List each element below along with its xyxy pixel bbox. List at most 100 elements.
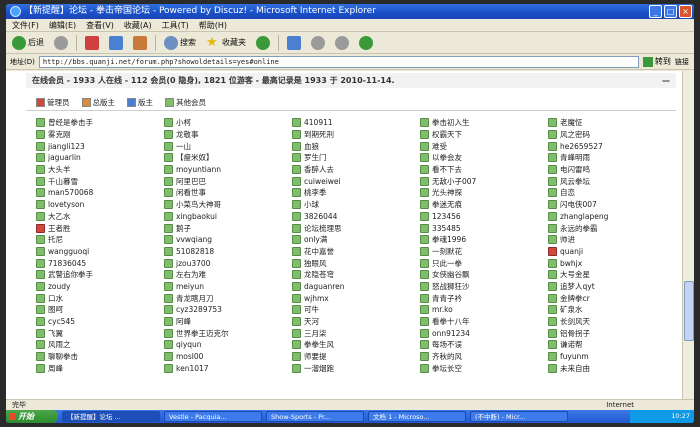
online-member[interactable]: 大号金星	[548, 269, 676, 281]
taskbar-item[interactable]: Show-Sports - Pr...	[266, 411, 364, 422]
member-name[interactable]: mosl00	[176, 352, 203, 361]
member-name[interactable]: 花中嘉誉	[304, 246, 334, 257]
stop-button[interactable]	[83, 34, 101, 52]
online-member[interactable]: 大乙水	[36, 211, 164, 223]
online-member[interactable]: 铝骨拐子	[548, 327, 676, 339]
member-name[interactable]: 铝骨拐子	[560, 328, 590, 339]
member-name[interactable]: 小菜鸟大神哥	[176, 199, 221, 210]
online-member[interactable]: zoudy	[36, 281, 164, 293]
online-member[interactable]: bwhjx	[548, 257, 676, 269]
member-name[interactable]: moyuntiann	[176, 165, 221, 174]
member-name[interactable]: 雾克刚	[48, 129, 71, 140]
member-name[interactable]: 齐秋的风	[432, 351, 462, 362]
edit-button[interactable]	[333, 34, 351, 52]
member-name[interactable]: 师要提	[304, 351, 327, 362]
member-name[interactable]: ken1017	[176, 364, 209, 373]
online-member[interactable]: mosl00	[164, 351, 292, 363]
online-member[interactable]: 到期死刑	[292, 129, 420, 141]
member-name[interactable]: zoudy	[48, 282, 70, 291]
online-member[interactable]: 青青子衿	[420, 292, 548, 304]
member-name[interactable]: cyc545	[48, 317, 75, 326]
online-member[interactable]: cyz3289753	[164, 304, 292, 316]
member-name[interactable]: 追梦人qyt	[560, 281, 595, 292]
member-name[interactable]: 71836045	[48, 259, 86, 268]
member-name[interactable]: 一溜烟跑	[304, 363, 334, 374]
member-name[interactable]: daguanren	[304, 282, 345, 291]
online-member[interactable]: 独眼风	[292, 257, 420, 269]
member-name[interactable]: 一刻默花	[432, 246, 462, 257]
online-member[interactable]: 师要提	[292, 351, 420, 363]
online-member[interactable]: 只此一拳	[420, 257, 548, 269]
member-name[interactable]: 老魔怔	[560, 117, 583, 128]
history-button[interactable]	[254, 34, 272, 52]
online-member[interactable]: 女侠幽谷飘	[420, 269, 548, 281]
print-button[interactable]	[309, 34, 327, 52]
online-member[interactable]: 老魔怔	[548, 117, 676, 129]
member-name[interactable]: 风雨之	[48, 339, 71, 350]
online-member[interactable]: 大头羊	[36, 164, 164, 176]
online-member[interactable]: 阿里巴巴	[164, 175, 292, 187]
online-member[interactable]: 拳拳生风	[292, 339, 420, 351]
online-member[interactable]: meiyun	[164, 281, 292, 293]
member-name[interactable]: 光头神探	[432, 187, 462, 198]
member-name[interactable]: 【瘦米奴】	[176, 152, 214, 163]
online-member[interactable]: he2659527	[548, 140, 676, 152]
online-member[interactable]: 权霸天下	[420, 129, 548, 141]
refresh-button[interactable]	[107, 34, 125, 52]
member-name[interactable]: 自恋	[560, 187, 575, 198]
member-name[interactable]: 大号金星	[560, 269, 590, 280]
menu-view[interactable]: 查看(V)	[86, 19, 114, 31]
online-member[interactable]: 拳击初入生	[420, 117, 548, 129]
online-member[interactable]: xingbaokui	[164, 211, 292, 223]
online-member[interactable]: 闪电侠007	[548, 199, 676, 211]
member-name[interactable]: 飞翼	[48, 328, 63, 339]
online-member[interactable]: 千山暮雪	[36, 175, 164, 187]
online-member[interactable]: man570068	[36, 187, 164, 199]
online-member[interactable]: 看不下去	[420, 164, 548, 176]
menu-file[interactable]: 文件(F)	[12, 19, 39, 31]
member-name[interactable]: 拳迷无痕	[432, 199, 462, 210]
online-member[interactable]: 拳坛长空	[420, 362, 548, 374]
online-member[interactable]: 335485	[420, 222, 548, 234]
online-member[interactable]: 桃李季	[292, 187, 420, 199]
online-member[interactable]: 小球	[292, 199, 420, 211]
member-name[interactable]: lovetyson	[48, 200, 84, 209]
member-name[interactable]: 看拳十八年	[432, 316, 470, 327]
member-name[interactable]: 罗生门	[304, 152, 327, 163]
member-name[interactable]: 口水	[48, 293, 63, 304]
member-name[interactable]: 王者胜	[48, 223, 71, 234]
online-member[interactable]: 罗生门	[292, 152, 420, 164]
member-name[interactable]: 女侠幽谷飘	[432, 269, 470, 280]
online-member[interactable]: 鹅子	[164, 222, 292, 234]
member-name[interactable]: 天河	[304, 316, 319, 327]
online-member[interactable]: 51082818	[164, 246, 292, 258]
member-name[interactable]: 左右为难	[176, 269, 206, 280]
member-name[interactable]: jzou3700	[176, 259, 210, 268]
online-member[interactable]: quanji	[548, 246, 676, 258]
online-member[interactable]: 雾克刚	[36, 129, 164, 141]
member-name[interactable]: 世界拳王迈克尔	[176, 328, 229, 339]
online-member[interactable]: 每场不误	[420, 339, 548, 351]
menu-help[interactable]: 帮助(H)	[199, 19, 227, 31]
member-name[interactable]: xingbaokui	[176, 212, 217, 221]
online-member[interactable]: 三月柒	[292, 327, 420, 339]
member-name[interactable]: 独眼风	[304, 258, 327, 269]
online-member[interactable]: 3826044	[292, 211, 420, 223]
online-member[interactable]: 周峰	[36, 362, 164, 374]
online-member[interactable]: 风之密码	[548, 129, 676, 141]
member-name[interactable]: 武警追你拳手	[48, 269, 93, 280]
member-name[interactable]: 风云拳坛	[560, 176, 590, 187]
member-name[interactable]: 51082818	[176, 247, 214, 256]
member-name[interactable]: 大乙水	[48, 211, 71, 222]
member-name[interactable]: 可牛	[304, 304, 319, 315]
online-member[interactable]: qiyqun	[164, 339, 292, 351]
online-member[interactable]: 怒战狮狂沙	[420, 281, 548, 293]
member-name[interactable]: 拳拳生风	[304, 339, 334, 350]
member-name[interactable]: 拳击初入生	[432, 117, 470, 128]
online-member[interactable]: 青龙瞎月刀	[164, 292, 292, 304]
online-member[interactable]: 看拳十八年	[420, 316, 548, 328]
member-name[interactable]: 阿里巴巴	[176, 176, 206, 187]
online-member[interactable]: 拳魂1996	[420, 234, 548, 246]
search-button[interactable]: 搜索	[162, 34, 198, 52]
online-member[interactable]: 青峰明雨	[548, 152, 676, 164]
